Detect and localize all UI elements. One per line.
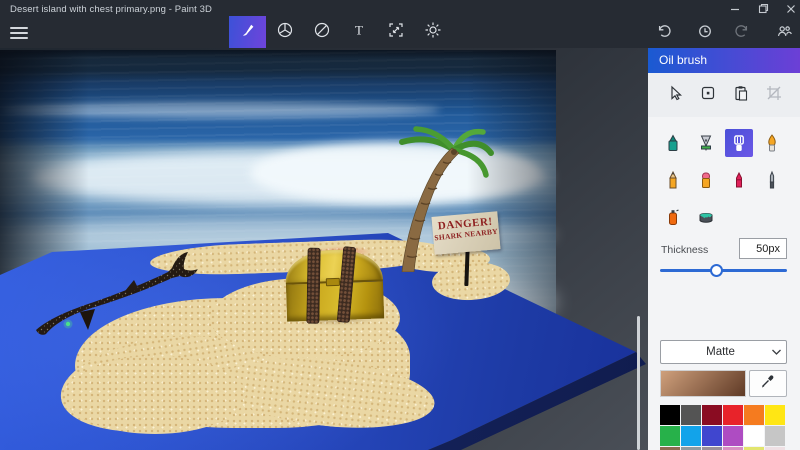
- top-toolbar: T: [229, 16, 451, 48]
- brush-oil-brush[interactable]: [725, 129, 753, 157]
- clipboard-icon: [732, 84, 750, 107]
- panel-title: Oil brush: [648, 48, 800, 73]
- tab-3d-shapes[interactable]: [266, 16, 303, 48]
- close-button[interactable]: [778, 0, 800, 17]
- pixel-pen-icon: [769, 170, 775, 189]
- calligraphy-pen-icon: [700, 135, 712, 151]
- color-swatch[interactable]: [744, 405, 764, 425]
- brush-spray-can[interactable]: [659, 203, 687, 231]
- undo-icon: [656, 23, 672, 44]
- brush-grid: [659, 129, 789, 231]
- brush-pencil[interactable]: [659, 166, 687, 194]
- brush-fill[interactable]: [692, 203, 720, 231]
- minimize-button[interactable]: [722, 0, 748, 17]
- chest-latch: [325, 277, 341, 287]
- brush-pixel-pen[interactable]: [758, 166, 786, 194]
- redo-icon: [734, 23, 750, 44]
- cursor-icon: [666, 84, 684, 107]
- color-swatch[interactable]: [702, 426, 722, 446]
- sticker-icon: [313, 21, 331, 44]
- color-swatch[interactable]: [765, 426, 785, 446]
- magic-select-icon: [699, 84, 717, 107]
- watercolour-icon: [768, 134, 776, 152]
- color-swatch[interactable]: [723, 426, 743, 446]
- current-color-preview: [660, 370, 746, 397]
- crop-icon: [765, 84, 783, 107]
- redo-button[interactable]: [730, 24, 754, 42]
- oil-brush-icon: [734, 135, 744, 151]
- color-swatch[interactable]: [702, 405, 722, 425]
- color-swatch[interactable]: [765, 405, 785, 425]
- remix-3d-button[interactable]: [772, 24, 796, 42]
- paste-button[interactable]: [728, 82, 754, 108]
- pencil-icon: [669, 170, 677, 189]
- eyedropper-icon: [760, 373, 776, 394]
- tab-text[interactable]: T: [340, 16, 377, 48]
- titlebar: Desert island with chest primary.png - P…: [0, 0, 800, 48]
- eyedropper-button[interactable]: [749, 370, 787, 397]
- canvas-resize-icon: [387, 21, 405, 44]
- spray-can-icon: [669, 209, 679, 225]
- window-title: Desert island with chest primary.png - P…: [10, 4, 212, 15]
- brush-panel: Oil brush Thickness 50px Matte: [648, 48, 800, 450]
- undo-button[interactable]: [652, 24, 676, 42]
- marker-icon: [668, 134, 678, 151]
- whale-shark[interactable]: [22, 250, 202, 342]
- thickness-label: Thickness: [661, 244, 709, 256]
- tab-effects[interactable]: [414, 16, 451, 48]
- panel-tools-row: [648, 73, 800, 117]
- svg-text:T: T: [355, 22, 363, 37]
- fill-icon: [699, 213, 713, 223]
- thickness-slider[interactable]: [660, 262, 787, 278]
- color-swatch[interactable]: [744, 426, 764, 446]
- magic-select-button[interactable]: [695, 82, 721, 108]
- brush-watercolour[interactable]: [758, 129, 786, 157]
- brush-eraser[interactable]: [692, 166, 720, 194]
- material-dropdown[interactable]: Matte: [660, 340, 787, 364]
- canvas-scrollbar[interactable]: [637, 316, 640, 450]
- chest-strap: [306, 247, 321, 324]
- restore-button[interactable]: [750, 0, 776, 17]
- brush-icon: [239, 21, 257, 44]
- thickness-input[interactable]: [739, 238, 787, 259]
- treasure-chest[interactable]: [284, 246, 385, 324]
- slider-thumb[interactable]: [710, 263, 724, 277]
- eraser-icon: [702, 172, 710, 188]
- color-swatch[interactable]: [681, 405, 701, 425]
- people-icon: [776, 23, 793, 44]
- crayon-icon: [736, 171, 742, 188]
- brush-crayon[interactable]: [725, 166, 753, 194]
- chevron-down-icon: [766, 348, 786, 356]
- color-palette: [660, 405, 787, 450]
- text-icon: T: [350, 21, 368, 44]
- tab-canvas[interactable]: [377, 16, 414, 48]
- canvas-3d-view[interactable]: DANGER! SHARK NEARBY: [0, 48, 648, 450]
- slider-track: [660, 269, 787, 272]
- effects-sun-icon: [424, 21, 442, 44]
- brush-calligraphy-pen[interactable]: [692, 129, 720, 157]
- 3d-shapes-icon: [276, 21, 294, 44]
- color-swatch[interactable]: [681, 426, 701, 446]
- history-clock-icon: [697, 23, 713, 44]
- tab-stickers[interactable]: [303, 16, 340, 48]
- history-button[interactable]: [693, 24, 717, 42]
- material-selected-value: Matte: [706, 346, 735, 358]
- color-swatch[interactable]: [660, 405, 680, 425]
- brush-marker[interactable]: [659, 129, 687, 157]
- select-tool-button[interactable]: [662, 82, 688, 108]
- color-swatch[interactable]: [723, 405, 743, 425]
- menu-icon[interactable]: [8, 24, 30, 41]
- color-swatch[interactable]: [660, 426, 680, 446]
- warning-sign[interactable]: DANGER! SHARK NEARBY: [431, 211, 501, 255]
- paint-3d-window: Desert island with chest primary.png - P…: [0, 0, 800, 450]
- crop-button[interactable]: [761, 82, 787, 108]
- tab-brushes[interactable]: [229, 16, 266, 48]
